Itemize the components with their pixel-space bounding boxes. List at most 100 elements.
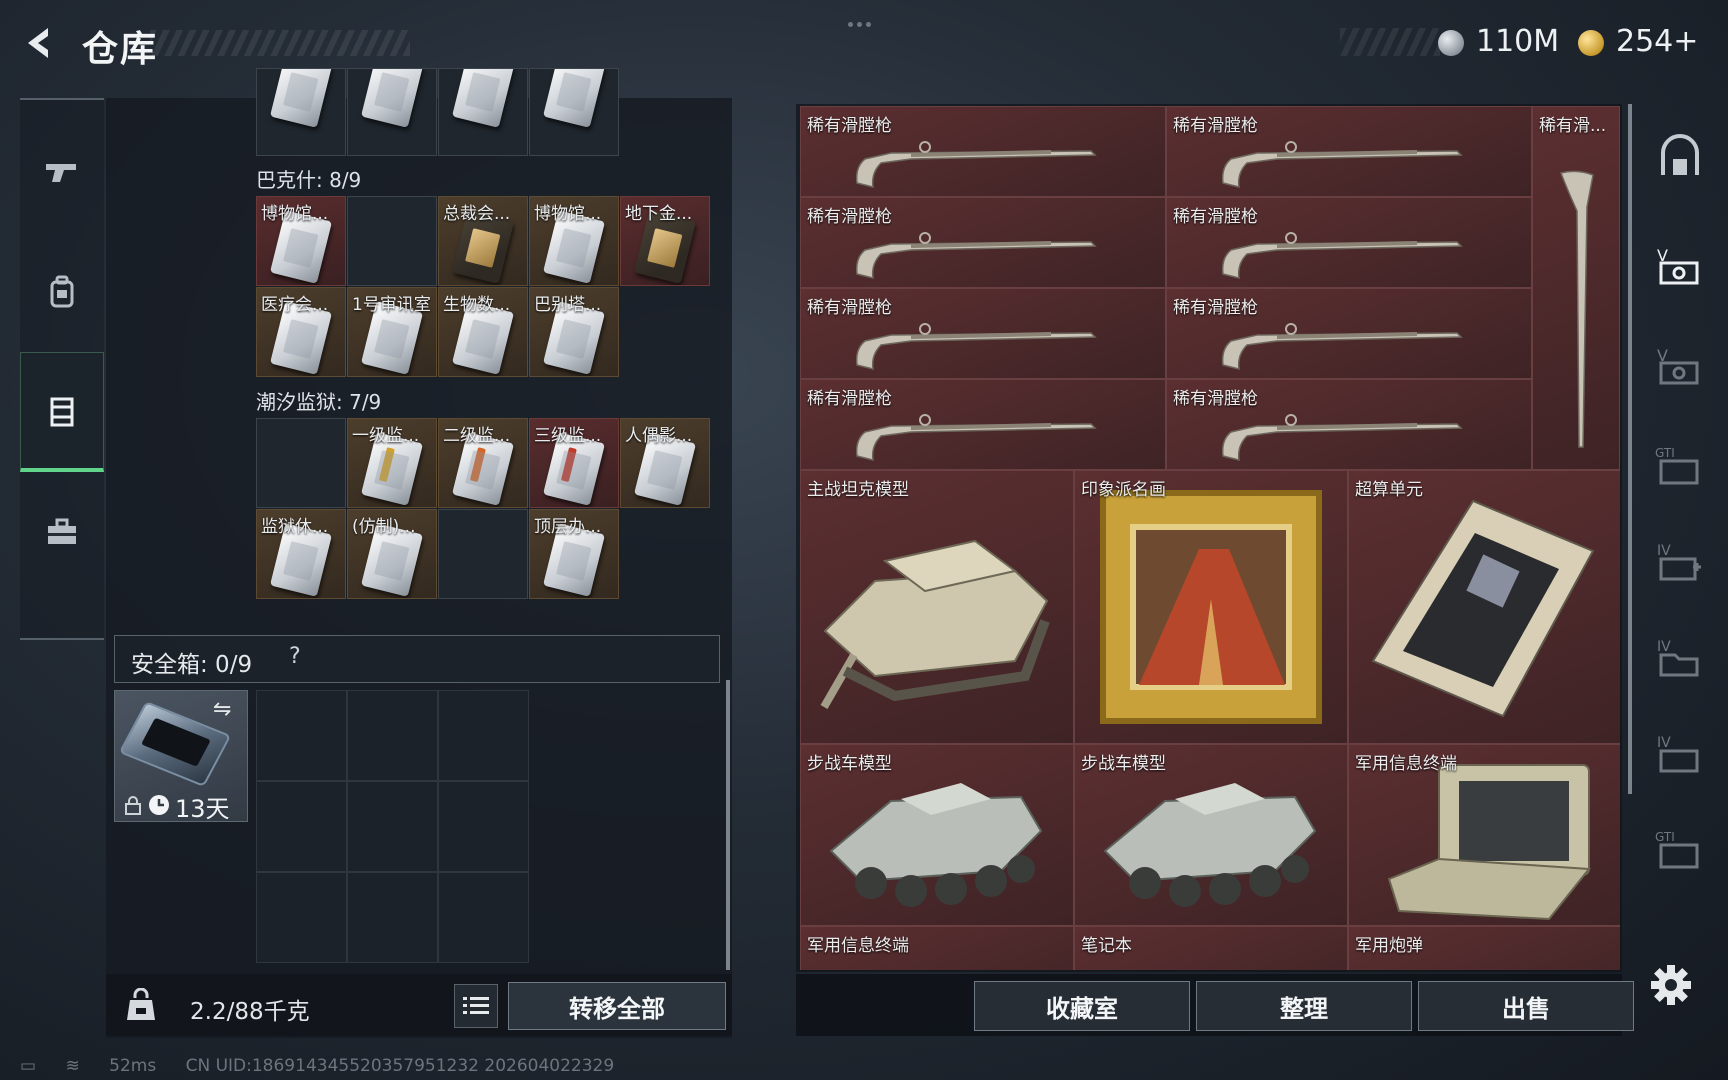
nav-weapon[interactable]: [20, 112, 104, 232]
bakesh-cell[interactable]: [347, 196, 437, 286]
collectible-item[interactable]: 印象派名画: [1074, 470, 1348, 744]
prison-cell[interactable]: 一级监...: [347, 418, 437, 508]
safe-box-slot[interactable]: [256, 690, 347, 781]
stash-grid: 稀有滑膛枪 稀有滑膛枪 稀有滑膛枪 稀有滑膛枪 稀有滑膛枪 稀有滑膛枪 稀有滑膛枪 稀有滑膛枪…: [800, 106, 1620, 970]
stash-item-label: 主战坦克模型: [807, 480, 909, 500]
svg-text:GTI: GTI: [1655, 830, 1675, 844]
keycard-stripe: [469, 447, 486, 483]
safe-box-slot[interactable]: [438, 690, 529, 781]
filter-gti[interactable]: GTI: [1648, 434, 1712, 498]
backpack-icon: [50, 275, 74, 308]
sell-button[interactable]: 出售: [1418, 981, 1634, 1031]
title-decoration: [150, 30, 410, 56]
stash-item-label: 稀有滑膛枪: [1173, 298, 1258, 318]
musket-item[interactable]: 稀有滑膛枪: [800, 288, 1166, 379]
safe-box-item[interactable]: ⇋ 13天: [114, 690, 248, 823]
swap-icon[interactable]: ⇋: [213, 697, 231, 722]
musket-item[interactable]: 稀有滑膛枪: [1166, 106, 1532, 197]
list-view-button[interactable]: [454, 984, 498, 1028]
transfer-all-button[interactable]: 转移全部: [508, 982, 726, 1030]
silver-amount[interactable]: 110M: [1476, 24, 1559, 59]
bakesh-cell[interactable]: 地下金...: [620, 196, 710, 286]
bakesh-cell[interactable]: 生物数...: [438, 287, 528, 377]
stash-item-label: 军用信息终端: [807, 936, 909, 956]
collectible-item[interactable]: 步战车模型: [800, 744, 1074, 926]
nav-toolbox[interactable]: [20, 472, 104, 592]
collectible-item[interactable]: 军用炮弹: [1348, 926, 1620, 970]
nav-backpack[interactable]: [20, 232, 104, 352]
battery-icon: ▭: [20, 1056, 37, 1076]
tier-v-icon: V: [1657, 346, 1699, 385]
bakesh-cell[interactable]: 总裁会...: [438, 196, 528, 286]
filter-tier-v-dim[interactable]: V: [1648, 334, 1712, 398]
filter-tier-iv-folder[interactable]: IV: [1648, 626, 1712, 690]
bakesh-cell[interactable]: 巴别塔...: [529, 287, 619, 377]
filter-gti-2[interactable]: GTI: [1648, 818, 1712, 882]
musket-vertical-item[interactable]: 稀有滑...: [1532, 106, 1620, 470]
collectible-item[interactable]: 笔记本: [1074, 926, 1348, 970]
help-icon[interactable]: ?: [289, 644, 301, 669]
stash-item-label: 步战车模型: [1081, 754, 1166, 774]
filter-tier-iv[interactable]: IV: [1648, 530, 1712, 594]
bakesh-cell[interactable]: 博物馆...: [256, 196, 346, 286]
prison-cell[interactable]: 三级监...: [529, 418, 619, 508]
filter-tier-iv-box[interactable]: IV: [1648, 722, 1712, 786]
safe-box-slot[interactable]: [347, 872, 438, 963]
back-arrow-icon[interactable]: [18, 22, 60, 64]
prison-cell[interactable]: [438, 509, 528, 599]
tier-v-icon: V: [1657, 246, 1699, 285]
top-row-cell[interactable]: [256, 68, 346, 156]
musket-item[interactable]: 稀有滑膛枪: [800, 379, 1166, 470]
safe-box-label: 安全箱: 0/9: [131, 652, 253, 678]
cell-label: 地下金...: [625, 204, 693, 224]
musket-item[interactable]: 稀有滑膛枪: [1166, 197, 1532, 288]
left-nav: [20, 98, 104, 640]
safe-box-slot[interactable]: [256, 781, 347, 872]
collectible-item[interactable]: 主战坦克模型: [800, 470, 1074, 744]
musket-item[interactable]: 稀有滑膛枪: [800, 197, 1166, 288]
bakesh-cell[interactable]: 医疗会...: [256, 287, 346, 377]
musket-item[interactable]: 稀有滑膛枪: [1166, 288, 1532, 379]
gold-amount[interactable]: 254+: [1616, 24, 1698, 59]
bakesh-cell[interactable]: 博物馆...: [529, 196, 619, 286]
collection-room-button[interactable]: 收藏室: [974, 981, 1190, 1031]
prison-cell[interactable]: 顶层办...: [529, 509, 619, 599]
safe-box-slot[interactable]: [347, 781, 438, 872]
filter-all[interactable]: [1648, 126, 1712, 190]
tier-iv-icon: IV: [1657, 735, 1699, 773]
stash-scrollbar[interactable]: [1628, 104, 1632, 794]
safe-box-slot[interactable]: [347, 690, 438, 781]
filter-tier-v[interactable]: V: [1648, 234, 1712, 298]
musket-icon: [1560, 170, 1594, 448]
inventory-scrollbar[interactable]: [726, 680, 730, 970]
sort-button[interactable]: 整理: [1196, 981, 1412, 1031]
stash-item-label: 军用炮弹: [1355, 936, 1423, 956]
stash-item-label: 稀有滑膛枪: [1173, 389, 1258, 409]
prison-cell[interactable]: (仿制)...: [347, 509, 437, 599]
gti-icon: GTI: [1655, 830, 1699, 869]
top-row-cell[interactable]: [347, 68, 437, 156]
prison-cell[interactable]: 监狱休...: [256, 509, 346, 599]
stash-item-label: 稀有滑膛枪: [807, 207, 892, 227]
safe-box-slot[interactable]: [256, 872, 347, 963]
wifi-icon: ≋: [65, 1056, 80, 1076]
musket-icon: [855, 232, 1097, 279]
settings-gear-icon[interactable]: [1646, 960, 1696, 1010]
safe-box-slot[interactable]: [438, 781, 529, 872]
top-row-cell[interactable]: [438, 68, 528, 156]
stash-item-label: 稀有滑膛枪: [807, 116, 892, 136]
top-row-cell[interactable]: [529, 68, 619, 156]
collectible-item[interactable]: 军用信息终端: [1348, 744, 1620, 926]
nav-inventory[interactable]: [20, 352, 104, 472]
musket-item[interactable]: 稀有滑膛枪: [800, 106, 1166, 197]
collectible-item[interactable]: 军用信息终端: [800, 926, 1074, 970]
collectible-item[interactable]: 步战车模型: [1074, 744, 1348, 926]
prison-cell[interactable]: [256, 418, 346, 508]
prison-cell[interactable]: 人偶影...: [620, 418, 710, 508]
prison-cell[interactable]: 二级监...: [438, 418, 528, 508]
musket-item[interactable]: 稀有滑膛枪: [1166, 379, 1532, 470]
safe-box-slot[interactable]: [438, 872, 529, 963]
bakesh-cell[interactable]: 1号审讯室: [347, 287, 437, 377]
keycard-icon: [269, 69, 333, 128]
collectible-item[interactable]: 超算单元: [1348, 470, 1620, 744]
